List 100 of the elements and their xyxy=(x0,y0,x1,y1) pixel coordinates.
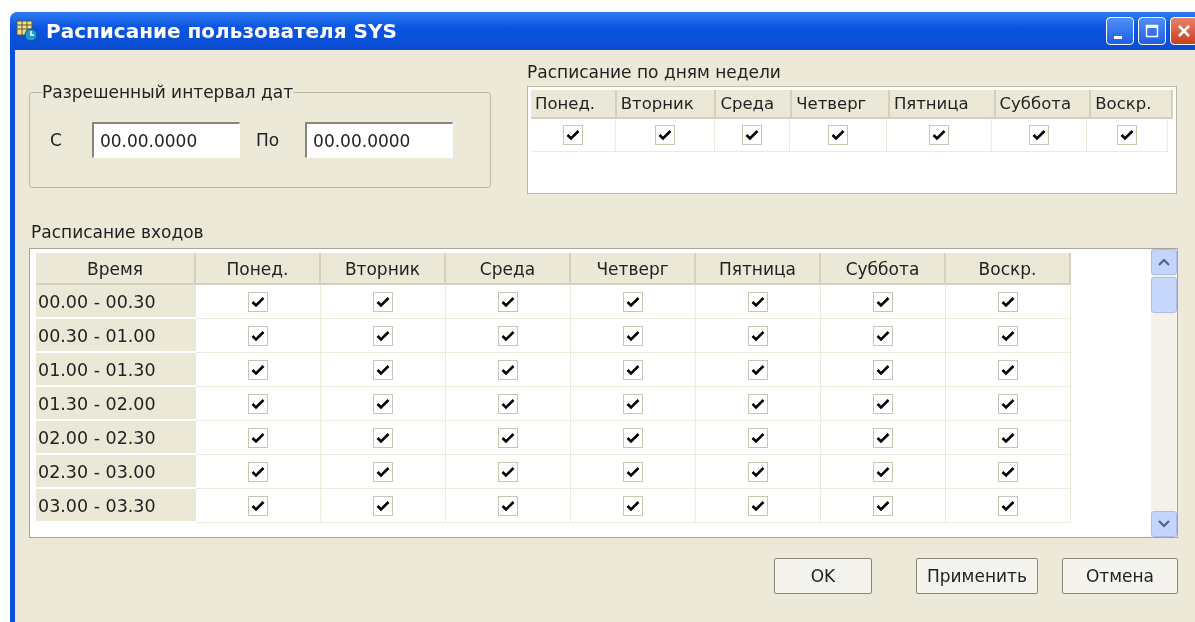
to-date-field[interactable]: 00.00.0000 xyxy=(305,122,454,158)
column-header: Вторник xyxy=(616,90,717,119)
column-header: Вторник xyxy=(321,253,446,285)
checkbox[interactable] xyxy=(873,461,893,482)
column-header: Понед. xyxy=(196,253,321,285)
checkbox[interactable] xyxy=(248,359,268,380)
checkbox[interactable] xyxy=(623,461,643,482)
dialog-button[interactable]: OK xyxy=(774,558,872,594)
checkbox[interactable] xyxy=(498,359,518,380)
checkbox[interactable] xyxy=(873,495,893,516)
checkbox[interactable] xyxy=(998,393,1018,414)
maximize-button[interactable] xyxy=(1138,17,1166,45)
time-cell: 00.30 - 01.00 xyxy=(36,319,196,353)
close-button[interactable] xyxy=(1170,17,1195,45)
column-header: Понед. xyxy=(531,90,617,119)
checkbox[interactable] xyxy=(373,325,393,346)
checkbox[interactable] xyxy=(498,393,518,414)
column-header: Суббота xyxy=(821,253,946,285)
checkbox[interactable] xyxy=(873,325,893,346)
calendar-clock-icon xyxy=(16,20,38,42)
checkbox[interactable] xyxy=(748,461,768,482)
maximize-icon xyxy=(1145,24,1159,38)
checkbox[interactable] xyxy=(929,125,949,145)
checkbox[interactable] xyxy=(623,325,643,346)
checkbox[interactable] xyxy=(248,325,268,346)
checkbox[interactable] xyxy=(373,291,393,312)
group-label: Разрешенный интервал дат xyxy=(42,82,294,102)
scroll-up-button[interactable] xyxy=(1151,249,1177,275)
scroll-thumb[interactable] xyxy=(1151,277,1177,313)
section-label: Расписание по дням недели xyxy=(527,62,782,82)
from-date-field[interactable]: 00.00.0000 xyxy=(91,122,240,158)
checkbox[interactable] xyxy=(748,359,768,380)
checkbox[interactable] xyxy=(623,427,643,448)
section-label: Расписание входов xyxy=(31,222,205,242)
checkbox[interactable] xyxy=(248,393,268,414)
window-title: Расписание пользователя SYS xyxy=(46,19,398,43)
checkbox[interactable] xyxy=(998,291,1018,312)
checkbox[interactable] xyxy=(998,325,1018,346)
from-label: С xyxy=(50,130,62,150)
dialog-button[interactable]: Отмена xyxy=(1062,558,1178,594)
column-header: Среда xyxy=(446,253,571,285)
checkbox[interactable] xyxy=(373,393,393,414)
checkbox[interactable] xyxy=(623,495,643,516)
scrollbar[interactable] xyxy=(1151,249,1177,537)
column-header: Среда xyxy=(716,90,793,119)
checkbox[interactable] xyxy=(373,461,393,482)
to-label: По xyxy=(255,130,280,150)
checkbox[interactable] xyxy=(498,325,518,346)
checkbox[interactable] xyxy=(623,393,643,414)
time-cell: 03.00 - 03.30 xyxy=(36,489,196,523)
checkbox[interactable] xyxy=(742,125,762,145)
minimize-icon xyxy=(1114,35,1122,39)
checkbox[interactable] xyxy=(248,461,268,482)
checkbox[interactable] xyxy=(248,495,268,516)
checkbox[interactable] xyxy=(498,495,518,516)
column-header: Четверг xyxy=(792,90,890,119)
checkbox[interactable] xyxy=(623,359,643,380)
checkbox[interactable] xyxy=(248,427,268,448)
close-icon xyxy=(1177,24,1191,38)
checkbox[interactable] xyxy=(998,359,1018,380)
checkbox[interactable] xyxy=(748,291,768,312)
checkbox[interactable] xyxy=(748,495,768,516)
chevron-down-icon xyxy=(1158,520,1170,528)
minimize-button[interactable] xyxy=(1106,17,1134,45)
column-header: Пятница xyxy=(889,90,996,119)
column-header: Четверг xyxy=(571,253,696,285)
checkbox[interactable] xyxy=(873,393,893,414)
checkbox[interactable] xyxy=(373,427,393,448)
checkbox[interactable] xyxy=(498,427,518,448)
column-header: Воскр. xyxy=(946,253,1071,285)
checkbox[interactable] xyxy=(748,427,768,448)
checkbox[interactable] xyxy=(873,427,893,448)
checkbox[interactable] xyxy=(655,125,675,145)
checkbox[interactable] xyxy=(1029,125,1049,145)
dialog-button[interactable]: Применить xyxy=(916,558,1038,594)
checkbox[interactable] xyxy=(373,495,393,516)
checkbox[interactable] xyxy=(828,125,848,145)
checkbox[interactable] xyxy=(498,291,518,312)
checkbox[interactable] xyxy=(563,125,583,145)
checkbox[interactable] xyxy=(623,291,643,312)
time-cell: 02.30 - 03.00 xyxy=(36,455,196,489)
time-cell: 01.00 - 01.30 xyxy=(36,353,196,387)
checkbox[interactable] xyxy=(998,495,1018,516)
time-cell: 01.30 - 02.00 xyxy=(36,387,196,421)
checkbox[interactable] xyxy=(748,325,768,346)
column-header: Суббота xyxy=(995,90,1092,119)
checkbox[interactable] xyxy=(498,461,518,482)
time-cell: 02.00 - 02.30 xyxy=(36,421,196,455)
checkbox[interactable] xyxy=(998,427,1018,448)
checkbox[interactable] xyxy=(998,461,1018,482)
column-header: Воскр. xyxy=(1091,90,1173,119)
checkbox[interactable] xyxy=(748,393,768,414)
checkbox[interactable] xyxy=(373,359,393,380)
checkbox[interactable] xyxy=(248,291,268,312)
checkbox[interactable] xyxy=(873,291,893,312)
checkbox[interactable] xyxy=(1117,125,1137,145)
scroll-down-button[interactable] xyxy=(1151,511,1177,537)
checkbox[interactable] xyxy=(873,359,893,380)
chevron-up-icon xyxy=(1158,258,1170,266)
column-header: Пятница xyxy=(696,253,821,285)
